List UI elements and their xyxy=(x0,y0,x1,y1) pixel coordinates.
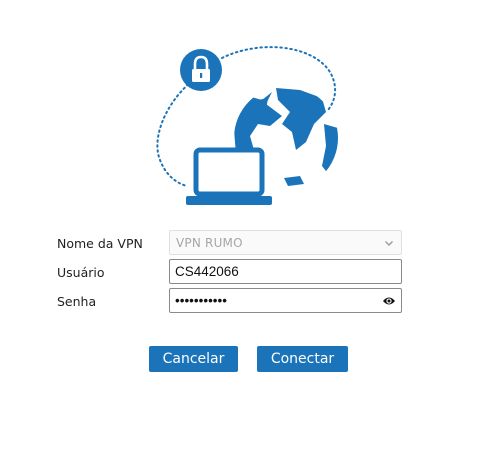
vpn-select-value: VPN RUMO xyxy=(176,236,243,250)
username-label: Usuário xyxy=(57,265,105,280)
password-label: Senha xyxy=(57,294,97,309)
vpn-illustration xyxy=(156,46,338,205)
laptop-icon xyxy=(186,147,272,205)
vpn-name-label: Nome da VPN xyxy=(57,236,143,251)
lock-icon xyxy=(180,49,222,91)
connect-button[interactable]: Conectar xyxy=(257,346,348,372)
cancel-button[interactable]: Cancelar xyxy=(149,346,238,372)
eye-icon[interactable] xyxy=(382,295,396,307)
password-field-box xyxy=(169,288,402,313)
vpn-select[interactable]: VPN RUMO xyxy=(169,230,402,255)
username-field-box xyxy=(169,259,402,284)
username-input[interactable] xyxy=(170,260,401,283)
password-input[interactable] xyxy=(170,289,401,312)
chevron-down-icon xyxy=(385,241,393,246)
